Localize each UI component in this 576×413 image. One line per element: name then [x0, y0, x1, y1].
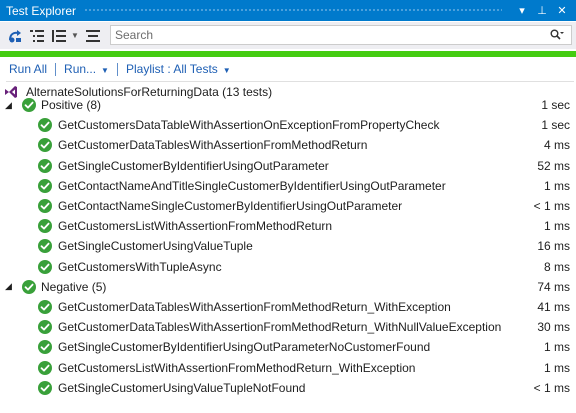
- collapse-triangle-icon[interactable]: ◢: [5, 281, 12, 292]
- test-row[interactable]: GetCustomerDataTablesWithAssertionFromMe…: [0, 317, 576, 337]
- test-duration: 30 ms: [537, 320, 570, 335]
- passed-check-icon: [38, 380, 52, 395]
- search-input[interactable]: [111, 27, 543, 43]
- search-icon[interactable]: [543, 29, 571, 41]
- passed-check-icon: [38, 340, 52, 355]
- test-name: GetContactNameAndTitleSingleCustomerById…: [58, 178, 446, 193]
- test-name: GetContactNameSingleCustomerByIdentifier…: [58, 199, 403, 213]
- test-duration: 1 ms: [543, 178, 570, 193]
- test-row[interactable]: GetSingleCustomerUsingValueTupleNotFound…: [0, 378, 576, 398]
- test-name: GetSingleCustomerUsingValueTuple: [58, 239, 253, 254]
- test-duration: < 1 ms: [533, 380, 570, 395]
- passed-check-icon: [38, 259, 52, 274]
- playlist-label: Playlist : All Tests: [125, 62, 218, 76]
- test-duration: 1 sec: [541, 118, 570, 133]
- chevron-down-icon[interactable]: ▼: [71, 31, 79, 40]
- passed-check-icon: [38, 138, 52, 153]
- passed-check-icon: [38, 199, 52, 213]
- test-name: GetSingleCustomerUsingValueTupleNotFound: [58, 380, 306, 395]
- test-name: GetCustomersDataTableWithAssertionOnExce…: [58, 118, 440, 133]
- window-title: Test Explorer: [6, 3, 77, 18]
- run-all-link[interactable]: Run All: [9, 62, 47, 76]
- close-button[interactable]: ✕: [554, 4, 570, 17]
- test-group-row[interactable]: ◢ Positive (8) 1 sec: [0, 95, 576, 115]
- chevron-down-icon: ▼: [222, 66, 231, 75]
- status-bar: [0, 51, 576, 57]
- test-duration: 16 ms: [537, 239, 570, 254]
- run-dropdown-link[interactable]: Run... ▼: [64, 62, 109, 76]
- group-duration: 1 sec: [541, 98, 570, 112]
- passed-check-icon: [22, 279, 36, 294]
- test-row[interactable]: GetCustomerDataTablesWithAssertionFromMe…: [0, 135, 576, 155]
- pin-button[interactable]: ⊥: [534, 4, 550, 17]
- test-duration: 1 ms: [543, 360, 570, 375]
- run-label: Run...: [64, 62, 97, 76]
- test-name: GetCustomerDataTablesWithAssertionFromMe…: [58, 300, 451, 314]
- test-row[interactable]: GetCustomersListWithAssertionFromMethodR…: [0, 358, 576, 378]
- run-tests-icon[interactable]: [4, 26, 26, 46]
- test-group-row[interactable]: ◢ Negative (5) 74 ms: [0, 277, 576, 297]
- test-row[interactable]: GetCustomersWithTupleAsync 8 ms: [0, 257, 576, 277]
- chevron-down-icon: ▼: [101, 66, 109, 75]
- passed-check-icon: [38, 158, 52, 173]
- passed-check-icon: [38, 178, 52, 193]
- test-duration: 1 ms: [543, 340, 570, 355]
- group-by-icon[interactable]: [26, 26, 48, 46]
- passed-check-icon: [38, 219, 52, 234]
- command-bar: Run All Run... ▼ Playlist : All Tests ▼: [0, 60, 576, 78]
- group-name: Positive (8): [41, 98, 102, 112]
- passed-check-icon: [38, 300, 52, 314]
- test-duration: 41 ms: [537, 300, 570, 314]
- playlist-icon[interactable]: [48, 26, 70, 46]
- window-dropdown-button[interactable]: ▾: [514, 4, 530, 17]
- expand-collapse-icon[interactable]: [82, 26, 104, 46]
- test-duration: 8 ms: [543, 259, 570, 274]
- test-duration: < 1 ms: [533, 199, 570, 213]
- divider: [6, 81, 574, 82]
- test-row[interactable]: GetContactNameAndTitleSingleCustomerById…: [0, 176, 576, 196]
- test-row[interactable]: GetContactNameSingleCustomerByIdentifier…: [0, 196, 576, 216]
- test-row[interactable]: GetSingleCustomerByIdentifierUsingOutPar…: [0, 337, 576, 357]
- passed-check-icon: [22, 98, 36, 112]
- title-grip[interactable]: [84, 8, 502, 13]
- test-name: GetCustomerDataTablesWithAssertionFromMe…: [58, 138, 368, 153]
- title-bar: Test Explorer ▾ ⊥ ✕: [0, 0, 576, 21]
- group-duration: 74 ms: [537, 279, 570, 294]
- passed-check-icon: [38, 239, 52, 254]
- test-row[interactable]: GetCustomersListWithAssertionFromMethodR…: [0, 216, 576, 236]
- test-name: GetCustomerDataTablesWithAssertionFromMe…: [58, 320, 502, 335]
- test-name: GetSingleCustomerByIdentifierUsingOutPar…: [58, 158, 329, 173]
- collapse-triangle-icon[interactable]: ◢: [5, 100, 12, 111]
- test-row[interactable]: GetSingleCustomerByIdentifierUsingOutPar…: [0, 156, 576, 176]
- test-row[interactable]: GetCustomerDataTablesWithAssertionFromMe…: [0, 297, 576, 317]
- test-name: GetCustomersListWithAssertionFromMethodR…: [58, 360, 416, 375]
- playlist-dropdown-link[interactable]: Playlist : All Tests ▼: [126, 62, 231, 76]
- test-name: GetCustomersWithTupleAsync: [58, 259, 222, 274]
- search-box[interactable]: [110, 25, 572, 45]
- passed-check-icon: [38, 118, 52, 133]
- test-name: GetSingleCustomerByIdentifierUsingOutPar…: [58, 340, 431, 355]
- test-duration: 1 ms: [543, 219, 570, 234]
- test-duration: 52 ms: [537, 158, 570, 173]
- separator: [116, 62, 118, 76]
- test-name: GetCustomersListWithAssertionFromMethodR…: [58, 219, 333, 234]
- test-duration: 4 ms: [543, 138, 570, 153]
- test-row[interactable]: GetCustomersDataTableWithAssertionOnExce…: [0, 115, 576, 135]
- passed-check-icon: [38, 320, 52, 335]
- separator: [55, 62, 57, 76]
- passed-check-icon: [38, 360, 52, 375]
- group-name: Negative (5): [41, 279, 107, 294]
- test-row[interactable]: GetSingleCustomerUsingValueTuple 16 ms: [0, 236, 576, 256]
